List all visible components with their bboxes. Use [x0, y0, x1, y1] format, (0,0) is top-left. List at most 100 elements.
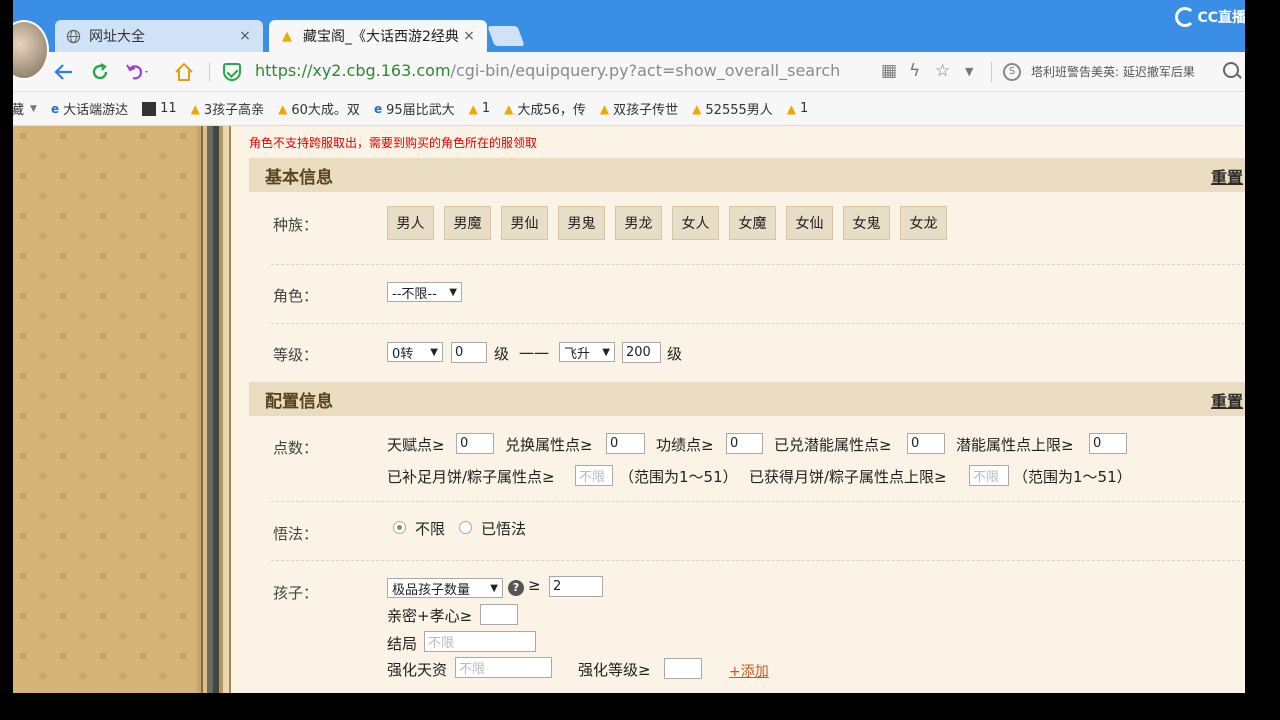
- cc-logo-text: CC直播: [1197, 10, 1245, 26]
- lightning-icon[interactable]: ϟ: [909, 61, 920, 81]
- security-shield-icon[interactable]: [223, 63, 241, 81]
- child-type-select[interactable]: 极品孩子数量 ▼: [387, 578, 503, 598]
- potential-limit-label: 潜能属性点上限≥: [956, 436, 1074, 454]
- level-from-select[interactable]: 0转 ▼: [387, 342, 443, 362]
- bookmark-label: 3孩子高亲: [203, 103, 265, 118]
- enhance-level-label: 强化等级≥: [578, 661, 651, 679]
- race-button[interactable]: 女仙: [786, 206, 833, 240]
- chevron-down-icon: ▼: [602, 346, 610, 358]
- race-button[interactable]: 女人: [672, 206, 719, 240]
- level-to-input[interactable]: 200: [622, 342, 661, 363]
- decorative-border: [197, 126, 235, 693]
- tab-url-directory[interactable]: 网址大全 ×: [55, 20, 263, 52]
- race-button[interactable]: 女魔: [729, 206, 776, 240]
- game-icon: [142, 101, 157, 116]
- race-button[interactable]: 女鬼: [843, 206, 890, 240]
- search-input[interactable]: 塔利班警告美英: 延迟撤军后果: [1031, 63, 1221, 80]
- race-button[interactable]: 男人: [387, 206, 434, 240]
- back-arrow-icon[interactable]: [51, 60, 77, 84]
- tab-strip: 网址大全 × ▲ 藏宝阁_《大话西游2经典 ×: [13, 0, 1245, 80]
- wufa-done-radio[interactable]: [459, 521, 472, 534]
- child-ge-symbol: ≥: [528, 576, 541, 594]
- home-icon[interactable]: [171, 60, 197, 84]
- reload-icon[interactable]: [87, 60, 113, 84]
- race-button[interactable]: 男魔: [444, 206, 491, 240]
- bookmark-label: 藏: [13, 103, 25, 118]
- help-icon[interactable]: ?: [508, 580, 524, 596]
- potential-limit-input[interactable]: 0: [1089, 433, 1127, 454]
- bookmark-label: 1: [800, 101, 809, 116]
- cc-logo-icon: [1175, 7, 1196, 27]
- ie-icon: e: [50, 101, 60, 116]
- bookmark-item[interactable]: ▲ 1: [469, 101, 491, 116]
- bookmark-item[interactable]: ▲ 大成56，传: [504, 99, 586, 119]
- bookmark-item[interactable]: ▲ 1: [787, 101, 809, 116]
- enhance-level-input[interactable]: [664, 658, 702, 679]
- wufa-any-label: 不限: [415, 520, 446, 538]
- mooncake-filled-input[interactable]: 不限: [575, 465, 613, 486]
- tab-title: 藏宝阁_《大话西游2经典: [303, 29, 459, 45]
- screen: 网址大全 × ▲ 藏宝阁_《大话西游2经典 × CC直播 https://xy2…: [0, 0, 1280, 720]
- row-divider: [271, 264, 1245, 265]
- race-button[interactable]: 男鬼: [558, 206, 605, 240]
- race-button[interactable]: 男龙: [615, 206, 662, 240]
- talent-points-label: 天赋点≥: [387, 436, 445, 454]
- race-button[interactable]: 男仙: [501, 206, 548, 240]
- child-count-input[interactable]: 2: [549, 576, 603, 597]
- reset-config-link[interactable]: 重置: [1211, 388, 1243, 412]
- url-input[interactable]: https://xy2.cbg.163.com/cgi-bin/equipque…: [255, 61, 875, 83]
- url-host: https://xy2.cbg.163.com: [255, 61, 451, 80]
- config-info-header: 配置信息 重置: [249, 382, 1245, 416]
- merit-points-input[interactable]: 0: [726, 433, 763, 454]
- bookmark-label: 1: [481, 101, 491, 116]
- bookmark-item[interactable]: ▲ 双孩子传世: [599, 99, 678, 119]
- chick-icon: ▲: [599, 101, 610, 116]
- select-value: 极品孩子数量: [392, 582, 471, 598]
- add-condition-link[interactable]: +添加: [729, 661, 769, 681]
- wufa-any-radio[interactable]: [393, 521, 406, 534]
- qr-code-icon[interactable]: ▦: [881, 61, 897, 81]
- tab-cangbaoge[interactable]: ▲ 藏宝阁_《大话西游2经典 ×: [269, 20, 487, 52]
- bookmark-item[interactable]: 藏 ▼: [13, 99, 37, 118]
- level-from-input[interactable]: 0: [451, 342, 487, 363]
- search-icon[interactable]: [1223, 62, 1239, 78]
- new-tab-button[interactable]: [487, 26, 525, 46]
- bookmark-item[interactable]: 11: [142, 101, 177, 116]
- chevron-down-icon[interactable]: ▼: [965, 65, 973, 78]
- reset-basic-link[interactable]: 重置: [1211, 164, 1243, 188]
- bookmark-item[interactable]: ▲ 3孩子高亲: [191, 99, 265, 119]
- ending-label: 结局: [387, 635, 418, 653]
- select-value: 0转: [392, 346, 414, 362]
- ie-icon: e: [373, 101, 383, 116]
- role-select[interactable]: --不限-- ▼: [387, 282, 462, 302]
- tab-close-icon[interactable]: ×: [461, 28, 477, 44]
- potential-exchanged-input[interactable]: 0: [907, 433, 945, 454]
- mooncake-limit-label: 已获得月饼/粽子属性点上限≥: [749, 468, 947, 486]
- talent-points-input[interactable]: 0: [456, 433, 494, 454]
- sogou-search-icon[interactable]: S: [1003, 63, 1021, 81]
- row-divider: [271, 560, 1245, 561]
- decorative-background: [13, 126, 197, 693]
- tab-title: 网址大全: [89, 29, 145, 45]
- star-icon[interactable]: ☆: [935, 61, 950, 81]
- row-divider: [271, 501, 1245, 502]
- bookmark-item[interactable]: ▲ 60大成。双: [278, 99, 360, 119]
- chevron-down-icon: ▼: [449, 286, 457, 298]
- exchange-points-input[interactable]: 0: [606, 433, 645, 454]
- race-button[interactable]: 女龙: [900, 206, 947, 240]
- talent-enhance-input[interactable]: 不限: [455, 657, 552, 678]
- level-separator: 一一: [519, 345, 550, 363]
- bookmark-item[interactable]: e 95届比武大: [373, 99, 455, 119]
- chick-icon: ▲: [278, 101, 288, 116]
- role-label: 角色：: [273, 287, 319, 305]
- mooncake-limit-input[interactable]: 不限: [969, 465, 1009, 486]
- undo-icon[interactable]: [125, 60, 151, 84]
- ending-input[interactable]: 不限: [424, 631, 536, 652]
- level-to-select[interactable]: 飞升 ▼: [559, 342, 615, 362]
- row-divider: [271, 323, 1245, 324]
- bookmark-item[interactable]: ▲ 52555男人: [692, 99, 773, 119]
- tab-close-icon[interactable]: ×: [237, 28, 253, 44]
- intimacy-input[interactable]: [480, 604, 518, 625]
- child-label: 孩子：: [273, 584, 319, 602]
- bookmark-item[interactable]: e 大话端游达: [50, 99, 128, 119]
